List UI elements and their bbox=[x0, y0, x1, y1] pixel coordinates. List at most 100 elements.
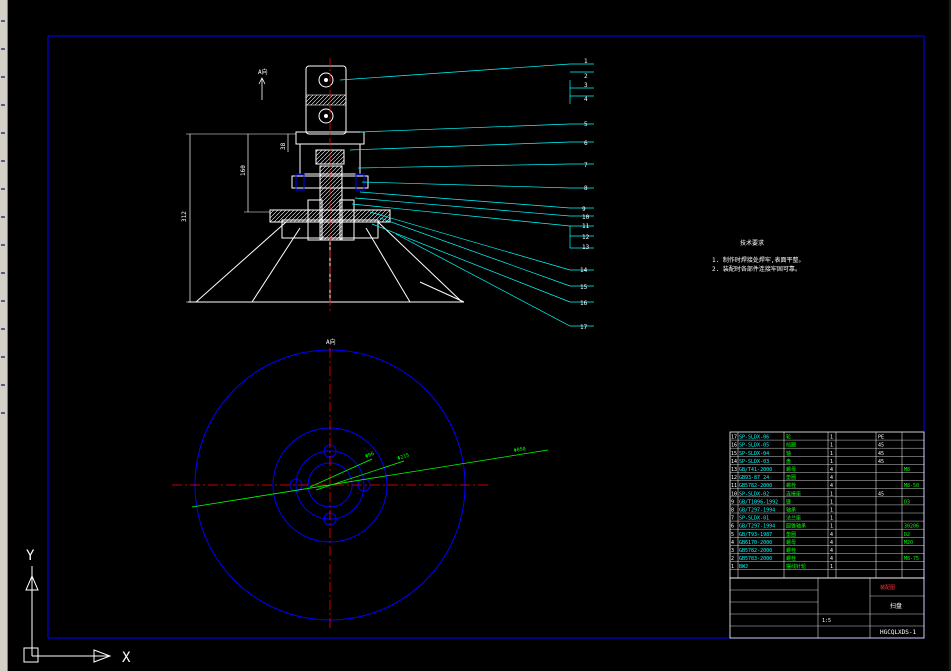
bom-cell: 8 bbox=[731, 508, 734, 514]
bom-cell: M8-50 bbox=[904, 483, 919, 489]
bom-cell: 盘 bbox=[786, 458, 791, 465]
bom-cell: 1 bbox=[830, 564, 833, 570]
bom-cell: 4 bbox=[830, 483, 833, 489]
view-label-top: A向 bbox=[258, 68, 268, 76]
bom-cell: PE bbox=[878, 435, 884, 441]
ucs-y-label: Y bbox=[26, 548, 35, 564]
bom-cell: 6 bbox=[731, 524, 734, 530]
bom-cell: 45 bbox=[878, 459, 884, 465]
part-leaders bbox=[339, 63, 594, 327]
ucs-icon: Y X bbox=[23, 548, 131, 666]
bom-cell: GB/T41-2000 bbox=[739, 467, 772, 473]
part-number-3: 3 bbox=[584, 82, 588, 89]
diameter-label: Φ96 bbox=[365, 451, 376, 460]
bom-cell: 5 bbox=[731, 532, 734, 538]
bom-cell: 轴 bbox=[786, 450, 791, 457]
bom-cell: 螺栓 bbox=[786, 547, 796, 554]
scale: 1:5 bbox=[822, 618, 831, 624]
tech-requirements: 技术要求 1. 制作时焊接处焊牢,表面平整。 2. 装配时各部件连接牢固可靠。 bbox=[712, 239, 804, 273]
bom-cell: SP-SLDX-06 bbox=[739, 435, 769, 441]
bom-cell: 摆线针轮 bbox=[786, 563, 806, 570]
bom-cell: D2 bbox=[904, 532, 910, 538]
bom-cell: 11 bbox=[731, 483, 737, 489]
tech-requirement-1: 1. 制作时焊接处焊牢,表面平整。 bbox=[712, 256, 804, 264]
bom-cell: GB6170-2000 bbox=[739, 540, 772, 546]
dimension-text: 160 bbox=[240, 165, 247, 176]
bom-cell: 30206 bbox=[904, 524, 919, 530]
part-number-9: 9 bbox=[582, 206, 586, 213]
bom-cell: 14 bbox=[731, 459, 737, 465]
dimension-text: 38 bbox=[280, 142, 287, 150]
bom-cell: 45 bbox=[878, 451, 884, 457]
tech-requirements-title: 技术要求 bbox=[740, 239, 764, 247]
bom-cell: 1 bbox=[830, 443, 833, 449]
bom-cell: 4 bbox=[830, 556, 833, 562]
part-number-8: 8 bbox=[584, 185, 588, 192]
bom-cell: 螺母 bbox=[786, 539, 796, 546]
bom-cell: 键 bbox=[786, 498, 791, 505]
bom-cell: 1 bbox=[830, 516, 833, 522]
bom-cell: 13 bbox=[731, 467, 737, 473]
diameter-label: Φ215 bbox=[397, 452, 410, 461]
bom-cell: D3 bbox=[904, 499, 910, 505]
bom-cell: 1 bbox=[830, 491, 833, 497]
bom-cell: 垫圈 bbox=[786, 531, 796, 538]
bom-cell: GB5782-2000 bbox=[739, 483, 772, 489]
bom-cell: 法兰座 bbox=[786, 515, 801, 522]
bom-cell: GB5783-2000 bbox=[739, 556, 772, 562]
bom-cell: 10 bbox=[731, 491, 737, 497]
bom-cell: 15 bbox=[731, 451, 737, 457]
bom-cell: SP-SLDX-04 bbox=[739, 451, 769, 457]
ucs-x-label: X bbox=[122, 650, 131, 666]
bom-cell: 1 bbox=[830, 524, 833, 530]
bom-cell: 17 bbox=[731, 435, 737, 441]
bom-cell: 4 bbox=[830, 475, 833, 481]
bom-cell: SP-SLDX-02 bbox=[739, 491, 769, 497]
bom-cell: 1 bbox=[830, 435, 833, 441]
part-number-4: 4 bbox=[584, 96, 588, 103]
tech-requirement-2: 2. 装配时各部件连接牢固可靠。 bbox=[712, 265, 801, 273]
bom-cell: SP-SLDX-01 bbox=[739, 516, 769, 522]
bom-cell: 4 bbox=[830, 548, 833, 554]
part-number-13: 13 bbox=[582, 244, 590, 251]
part-name: 扫盘 bbox=[890, 602, 902, 610]
bill-of-materials: 17 SP-SLDX-06 轮 1 PE16 SP-SLDX-05 挡圈 1 4515 SP-SL… bbox=[729, 431, 925, 579]
drawing-number: HGCQLXDS-1 bbox=[880, 629, 917, 636]
plan-view: A向 Φ96 Φ215 Φ850 bbox=[172, 338, 549, 630]
cad-canvas[interactable]: A向 312 160 38 1 2 3 4 5 6 7 8 9 10 11 12… bbox=[0, 0, 951, 671]
part-number-1: 1 bbox=[584, 58, 588, 65]
part-number-2: 2 bbox=[584, 73, 588, 80]
bom-cell: 12 bbox=[731, 475, 737, 481]
part-number-15: 15 bbox=[580, 284, 588, 291]
dimension-text: 312 bbox=[181, 211, 188, 222]
bom-cell: 9 bbox=[731, 499, 734, 505]
bom-cell: SP-SLDX-03 bbox=[739, 459, 769, 465]
drawing-title: 装配图 bbox=[880, 584, 895, 591]
bom-cell: 1 bbox=[830, 508, 833, 514]
part-numbers: 1 2 3 4 5 6 7 8 9 10 11 12 13 14 15 16 1… bbox=[580, 58, 590, 331]
bom-cell: 4 bbox=[830, 540, 833, 546]
bom-cell: 垫圈 bbox=[786, 474, 796, 481]
part-number-16: 16 bbox=[580, 300, 588, 307]
bom-cell: 螺母 bbox=[786, 466, 796, 473]
bom-cell: 1 bbox=[830, 451, 833, 457]
bom-cell: BWJ bbox=[739, 564, 748, 570]
title-block: 装配图 扫盘 1:5 HGCQLXDS-1 bbox=[729, 577, 925, 639]
bom-cell: 轮 bbox=[786, 434, 791, 441]
part-number-6: 6 bbox=[584, 140, 588, 147]
bom-cell: GB/T297-1994 bbox=[739, 508, 775, 514]
bom-cell: GB/T297-1994 bbox=[739, 524, 775, 530]
bom-cell: 4 bbox=[830, 532, 833, 538]
diameter-label: Φ850 bbox=[513, 446, 526, 454]
bom-cell: M8 bbox=[904, 467, 910, 473]
bom-cell: 轴承 bbox=[786, 507, 796, 514]
bom-cell: 螺栓 bbox=[786, 482, 796, 489]
bom-cell: GB93-87 24 bbox=[739, 475, 769, 481]
view-label-plan: A向 bbox=[326, 338, 336, 346]
bom-cell: 圆锥轴承 bbox=[786, 523, 806, 530]
part-number-5: 5 bbox=[584, 121, 588, 128]
part-number-7: 7 bbox=[584, 162, 588, 169]
bom-cell: 3 bbox=[731, 548, 734, 554]
bom-cell: 1 bbox=[830, 459, 833, 465]
bom-cell: 7 bbox=[731, 516, 734, 522]
